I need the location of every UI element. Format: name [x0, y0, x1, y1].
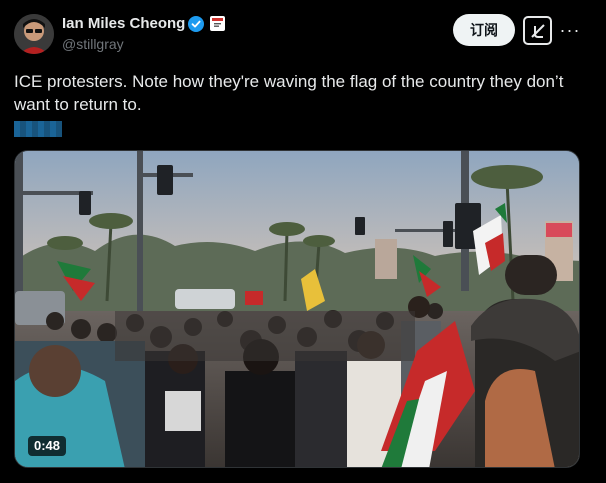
subscribe-button[interactable]: 订阅: [453, 14, 515, 46]
tweet[interactable]: Ian Miles Cheong @stillgray 订阅 ··· ICE p…: [0, 0, 606, 483]
affiliation-badge-icon[interactable]: [210, 16, 225, 31]
video-duration: 0:48: [28, 436, 67, 456]
display-name[interactable]: Ian Miles Cheong: [62, 14, 185, 33]
grok-icon[interactable]: [523, 16, 552, 45]
translate-link[interactable]: [14, 121, 62, 137]
video-frame: [15, 151, 579, 467]
avatar[interactable]: [14, 14, 54, 54]
verified-badge-icon: [188, 16, 204, 32]
more-options-icon[interactable]: ···: [558, 18, 582, 42]
handle[interactable]: @stillgray: [62, 35, 124, 53]
tweet-text: ICE protesters. Note how they're waving …: [14, 72, 564, 114]
video-media[interactable]: [14, 150, 580, 468]
